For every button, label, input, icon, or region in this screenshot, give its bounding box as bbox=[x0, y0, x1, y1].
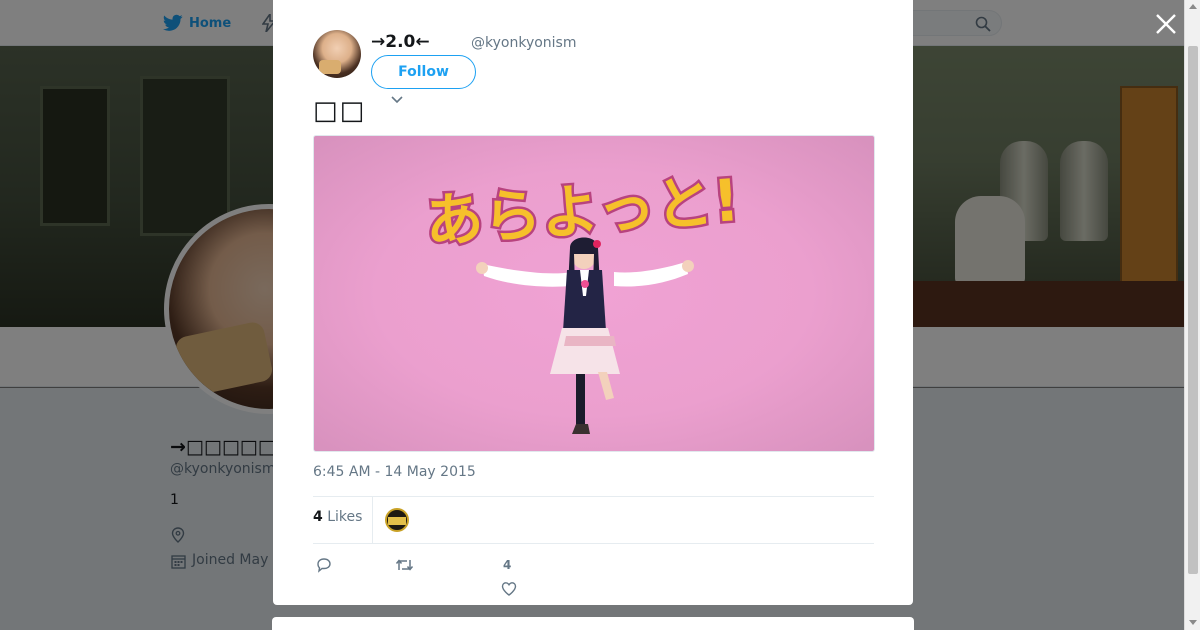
tweet-modal: →2.0← @kyonkyonism Follow □□ あらよっと! 6:45… bbox=[273, 0, 913, 605]
stats-divider-top bbox=[313, 496, 874, 497]
liker-avatar[interactable] bbox=[385, 508, 409, 532]
scroll-down-arrow[interactable] bbox=[1189, 620, 1197, 625]
tweet-text: □□ bbox=[313, 96, 367, 126]
tweet-media-image[interactable]: あらよっと! bbox=[313, 135, 875, 452]
tweet-author-avatar[interactable] bbox=[313, 30, 361, 78]
retweet-icon[interactable] bbox=[395, 557, 414, 573]
heart-icon[interactable] bbox=[501, 581, 517, 597]
page-scrollbar[interactable] bbox=[1184, 0, 1200, 630]
tweet-timestamp[interactable]: 6:45 AM - 14 May 2015 bbox=[313, 464, 476, 480]
next-tweet-card bbox=[272, 617, 914, 630]
likes-stat[interactable]: 4 Likes bbox=[313, 509, 362, 525]
media-dancer-figure bbox=[476, 237, 694, 434]
likes-count: 4 bbox=[313, 509, 323, 525]
stats-separator bbox=[372, 497, 373, 543]
likes-label: Likes bbox=[327, 509, 363, 525]
stats-divider-bottom bbox=[313, 543, 874, 544]
tweet-author-name[interactable]: →2.0← bbox=[371, 32, 430, 52]
tweet-author-handle[interactable]: @kyonkyonism bbox=[471, 35, 577, 51]
follow-button[interactable]: Follow bbox=[371, 55, 476, 89]
scrollbar-thumb[interactable] bbox=[1188, 46, 1198, 574]
reply-icon[interactable] bbox=[316, 557, 332, 573]
chevron-down-icon[interactable] bbox=[390, 95, 404, 105]
scroll-up-arrow[interactable] bbox=[1189, 4, 1197, 9]
close-icon[interactable] bbox=[1154, 12, 1178, 36]
like-action-count: 4 bbox=[503, 558, 512, 572]
